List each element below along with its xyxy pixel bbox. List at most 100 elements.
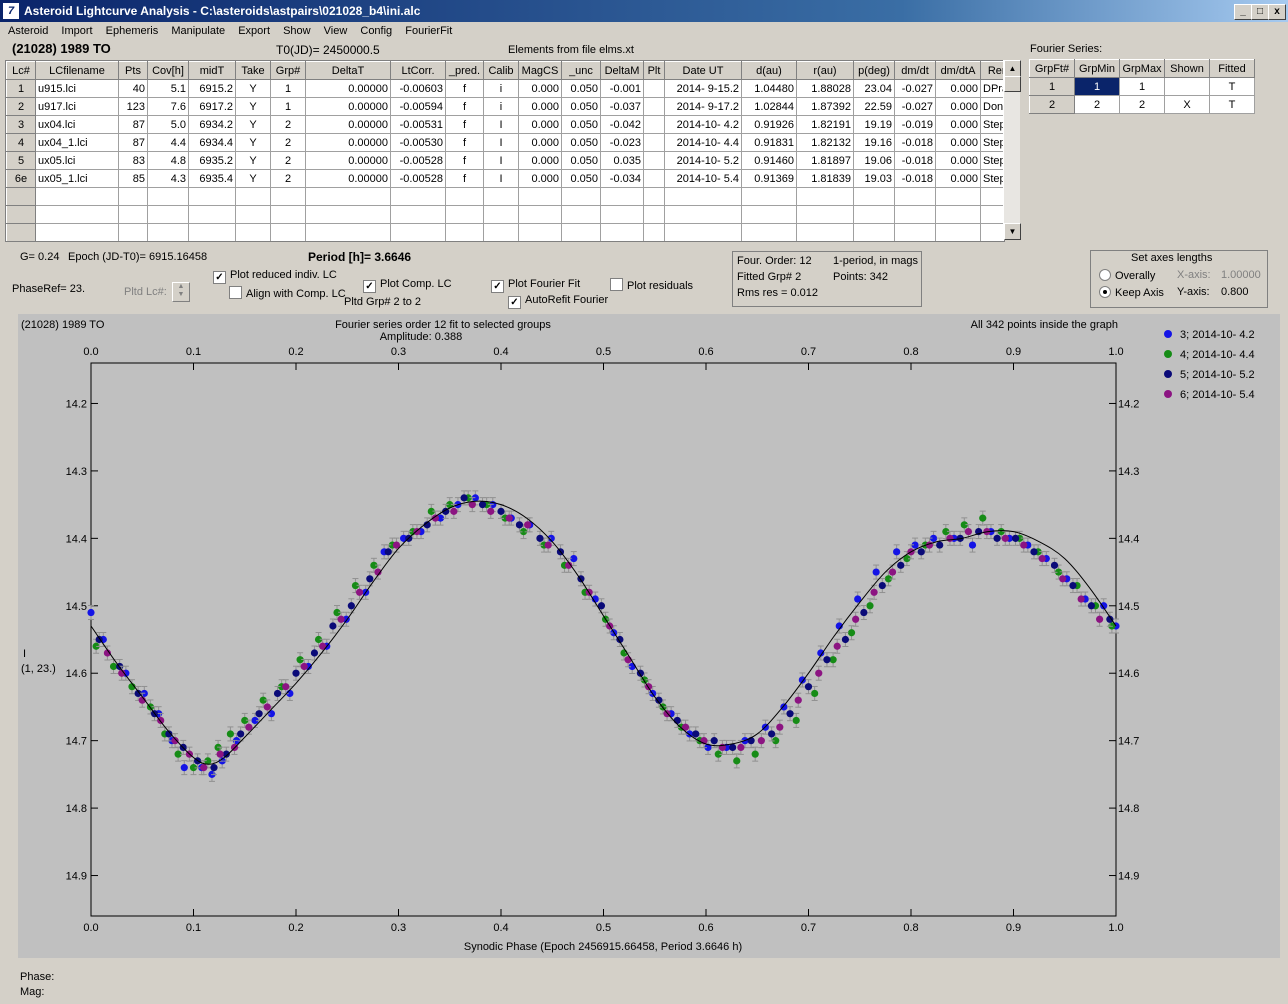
table-cell[interactable]: 40 <box>118 79 148 98</box>
plot-comp-checkbox[interactable]: ✓ Plot Comp. LC <box>363 278 452 293</box>
table-cell[interactable] <box>643 187 665 206</box>
table-cell[interactable]: 0.91926 <box>741 115 797 134</box>
table-cell[interactable] <box>188 223 236 241</box>
table-cell[interactable] <box>561 223 601 241</box>
table-cell[interactable]: f <box>445 97 484 116</box>
table-cell[interactable] <box>796 205 854 224</box>
table-cell[interactable]: Dona... <box>980 97 1004 116</box>
table-cell[interactable]: 1 <box>1074 77 1120 96</box>
table-cell[interactable]: 2 <box>1119 95 1165 114</box>
table-cell[interactable]: 1.87392 <box>796 97 854 116</box>
table-cell[interactable]: 0.000 <box>935 169 981 188</box>
table-cell[interactable] <box>980 223 1004 241</box>
table-cell[interactable] <box>894 205 936 224</box>
lc-col-header[interactable]: LCfilename <box>35 61 119 80</box>
row-header[interactable] <box>6 223 36 241</box>
row-header[interactable]: 3 <box>6 115 36 134</box>
table-cell[interactable]: -0.027 <box>894 79 936 98</box>
table-cell[interactable]: Y <box>235 169 271 188</box>
table-row[interactable] <box>6 223 1004 241</box>
table-row[interactable]: 5 ux05.lci 83 4.8 6935.2 Y 2 0.00000 -0.00528 f I 0… <box>6 151 1004 170</box>
plot-panel[interactable]: 0.0 0.0 0.1 0.1 0.2 0.2 0.3 0.3 0.4 0.4 0.5 0.5 0.6 0… <box>18 314 1280 958</box>
table-cell[interactable]: 0.00000 <box>305 79 391 98</box>
table-cell[interactable]: 0.000 <box>935 151 981 170</box>
lc-col-header[interactable]: Pts <box>118 61 148 80</box>
table-cell[interactable]: 4.3 <box>147 169 189 188</box>
table-cell[interactable]: 5.0 <box>147 115 189 134</box>
lc-col-header[interactable]: _unc <box>561 61 601 80</box>
table-cell[interactable]: I <box>483 133 519 152</box>
table-cell[interactable]: 87 <box>118 133 148 152</box>
table-row[interactable] <box>6 187 1004 206</box>
table-cell[interactable] <box>270 223 306 241</box>
x-axis-value[interactable]: 1.00000 <box>1221 269 1261 281</box>
table-cell[interactable]: 2 <box>270 169 306 188</box>
checkbox-icon[interactable]: ✓ <box>491 280 504 293</box>
table-cell[interactable]: 1.81897 <box>796 151 854 170</box>
lc-col-header[interactable]: Date UT <box>664 61 742 80</box>
table-cell[interactable] <box>483 205 519 224</box>
table-cell[interactable] <box>741 205 797 224</box>
table-cell[interactable]: 0.000 <box>935 97 981 116</box>
lc-col-header[interactable]: DeltaM <box>600 61 644 80</box>
table-cell[interactable] <box>935 187 981 206</box>
checkbox-icon[interactable] <box>229 286 242 299</box>
table-cell[interactable] <box>305 205 391 224</box>
table-cell[interactable]: -0.00531 <box>390 115 446 134</box>
table-cell[interactable] <box>445 223 484 241</box>
table-row[interactable]: 3 ux04.lci 87 5.0 6934.2 Y 2 0.00000 -0.00531 f I 0… <box>6 115 1004 134</box>
table-cell[interactable]: 0.050 <box>561 115 601 134</box>
lc-col-header[interactable]: midT <box>188 61 236 80</box>
table-cell[interactable]: -0.00528 <box>390 169 446 188</box>
table-cell[interactable]: 2 <box>270 133 306 152</box>
table-cell[interactable]: Y <box>235 151 271 170</box>
table-cell[interactable]: 2 <box>1074 95 1120 114</box>
table-cell[interactable] <box>980 187 1004 206</box>
table-cell[interactable]: 0.000 <box>518 97 562 116</box>
table-cell[interactable] <box>643 205 665 224</box>
minimize-button[interactable]: _ <box>1234 4 1252 20</box>
table-cell[interactable] <box>894 187 936 206</box>
table-cell[interactable]: T <box>1209 95 1255 114</box>
scroll-up-icon[interactable]: ▲ <box>1004 60 1021 77</box>
table-cell[interactable]: 1.82191 <box>796 115 854 134</box>
table-cell[interactable] <box>664 223 742 241</box>
table-cell[interactable]: 2014-10- 4.4 <box>664 133 742 152</box>
table-row[interactable]: 4 ux04_1.lci 87 4.4 6934.4 Y 2 0.00000 -0.00530 f… <box>6 133 1004 152</box>
row-header[interactable]: 1 <box>6 79 36 98</box>
row-header[interactable]: 6e <box>6 169 36 188</box>
table-cell[interactable]: 6934.2 <box>188 115 236 134</box>
table-cell[interactable]: 0.050 <box>561 133 601 152</box>
table-cell[interactable]: 0.000 <box>518 79 562 98</box>
menu-config[interactable]: Config <box>360 25 392 37</box>
fourier-col-header[interactable]: GrpFt# <box>1029 59 1075 78</box>
table-cell[interactable]: 0.91369 <box>741 169 797 188</box>
table-cell[interactable] <box>35 205 119 224</box>
lc-col-header[interactable]: DeltaT <box>305 61 391 80</box>
table-cell[interactable]: 0.050 <box>561 151 601 170</box>
table-cell[interactable]: 85 <box>118 169 148 188</box>
lc-col-header[interactable]: MagCS <box>518 61 562 80</box>
scroll-thumb[interactable] <box>1004 76 1021 92</box>
table-cell[interactable] <box>390 187 446 206</box>
table-cell[interactable]: 6935.2 <box>188 151 236 170</box>
table-cell[interactable]: ux05_1.lci <box>35 169 119 188</box>
checkbox-icon[interactable]: ✓ <box>363 280 376 293</box>
table-cell[interactable]: f <box>445 133 484 152</box>
table-cell[interactable]: 1.02844 <box>741 97 797 116</box>
lc-col-header[interactable]: Calib <box>483 61 519 80</box>
table-cell[interactable]: i <box>483 97 519 116</box>
table-cell[interactable] <box>390 223 446 241</box>
table-cell[interactable] <box>118 187 148 206</box>
table-cell[interactable] <box>270 187 306 206</box>
lc-col-header[interactable]: Cov[h] <box>147 61 189 80</box>
table-cell[interactable]: -0.018 <box>894 133 936 152</box>
table-cell[interactable] <box>305 223 391 241</box>
table-cell[interactable]: -0.034 <box>600 169 644 188</box>
table-cell[interactable] <box>600 187 644 206</box>
table-cell[interactable]: 2014-10- 4.2 <box>664 115 742 134</box>
table-cell[interactable] <box>853 187 895 206</box>
table-cell[interactable]: -0.00530 <box>390 133 446 152</box>
table-cell[interactable]: 19.19 <box>853 115 895 134</box>
menu-show[interactable]: Show <box>283 25 311 37</box>
